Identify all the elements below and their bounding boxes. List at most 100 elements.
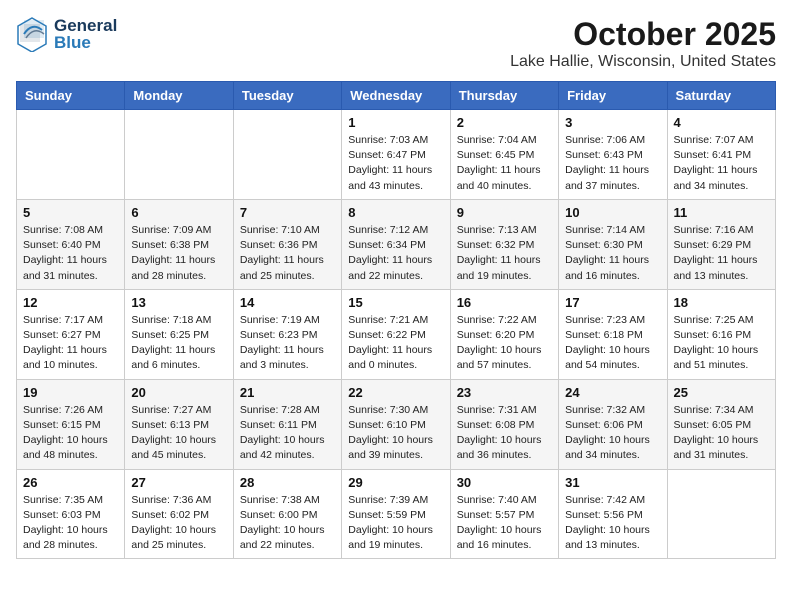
day-number: 20 [131, 385, 226, 400]
calendar-cell: 2 Sunrise: 7:04 AM Sunset: 6:45 PM Daylig… [450, 110, 558, 200]
calendar-cell: 22 Sunrise: 7:30 AM Sunset: 6:10 PM Dayli… [342, 379, 450, 469]
day-info: Sunrise: 7:08 AM Sunset: 6:40 PM Dayligh… [23, 223, 118, 284]
day-number: 25 [674, 385, 769, 400]
day-number: 12 [23, 295, 118, 310]
day-info: Sunrise: 7:22 AM Sunset: 6:20 PM Dayligh… [457, 313, 552, 374]
calendar-header-row: SundayMondayTuesdayWednesdayThursdayFrid… [17, 82, 776, 110]
calendar-cell: 26 Sunrise: 7:35 AM Sunset: 6:03 PM Dayli… [17, 469, 125, 559]
calendar-cell: 1Sunrise: 7:03 AM Sunset: 6:47 PM Daylig… [342, 110, 450, 200]
day-info: Sunrise: 7:23 AM Sunset: 6:18 PM Dayligh… [565, 313, 660, 374]
day-info: Sunrise: 7:04 AM Sunset: 6:45 PM Dayligh… [457, 133, 552, 194]
logo: General Blue [16, 16, 117, 52]
calendar-cell: 23 Sunrise: 7:31 AM Sunset: 6:08 PM Dayli… [450, 379, 558, 469]
day-number: 1 [348, 115, 443, 130]
month-title: October 2025 [510, 16, 776, 53]
calendar-cell: 16 Sunrise: 7:22 AM Sunset: 6:20 PM Dayli… [450, 289, 558, 379]
calendar-cell [233, 110, 341, 200]
calendar-cell: 6 Sunrise: 7:09 AM Sunset: 6:38 PM Daylig… [125, 199, 233, 289]
day-info: Sunrise: 7:14 AM Sunset: 6:30 PM Dayligh… [565, 223, 660, 284]
calendar-cell: 13 Sunrise: 7:18 AM Sunset: 6:25 PM Dayli… [125, 289, 233, 379]
day-info: Sunrise: 7:35 AM Sunset: 6:03 PM Dayligh… [23, 493, 118, 554]
day-info: Sunrise: 7:25 AM Sunset: 6:16 PM Dayligh… [674, 313, 769, 374]
logo-blue-text: Blue [54, 34, 117, 51]
calendar-cell: 21Sunrise: 7:28 AM Sunset: 6:11 PM Dayli… [233, 379, 341, 469]
calendar-cell: 27 Sunrise: 7:36 AM Sunset: 6:02 PM Dayli… [125, 469, 233, 559]
calendar-cell [17, 110, 125, 200]
calendar-weekday-monday: Monday [125, 82, 233, 110]
calendar-week-row: 5 Sunrise: 7:08 AM Sunset: 6:40 PM Daylig… [17, 199, 776, 289]
calendar-cell: 18 Sunrise: 7:25 AM Sunset: 6:16 PM Dayli… [667, 289, 775, 379]
day-number: 4 [674, 115, 769, 130]
day-number: 22 [348, 385, 443, 400]
title-block: October 2025 Lake Hallie, Wisconsin, Uni… [510, 16, 776, 71]
day-number: 23 [457, 385, 552, 400]
day-number: 16 [457, 295, 552, 310]
day-info: Sunrise: 7:06 AM Sunset: 6:43 PM Dayligh… [565, 133, 660, 194]
day-info: Sunrise: 7:26 AM Sunset: 6:15 PM Dayligh… [23, 403, 118, 464]
day-info: Sunrise: 7:17 AM Sunset: 6:27 PM Dayligh… [23, 313, 118, 374]
logo-text: General Blue [54, 17, 117, 51]
day-number: 3 [565, 115, 660, 130]
day-info: Sunrise: 7:19 AM Sunset: 6:23 PM Dayligh… [240, 313, 335, 374]
calendar-week-row: 1Sunrise: 7:03 AM Sunset: 6:47 PM Daylig… [17, 110, 776, 200]
calendar-weekday-saturday: Saturday [667, 82, 775, 110]
day-number: 31 [565, 475, 660, 490]
day-info: Sunrise: 7:10 AM Sunset: 6:36 PM Dayligh… [240, 223, 335, 284]
day-info: Sunrise: 7:12 AM Sunset: 6:34 PM Dayligh… [348, 223, 443, 284]
calendar-cell: 11Sunrise: 7:16 AM Sunset: 6:29 PM Dayli… [667, 199, 775, 289]
day-number: 5 [23, 205, 118, 220]
location-text: Lake Hallie, Wisconsin, United States [510, 53, 776, 71]
day-info: Sunrise: 7:09 AM Sunset: 6:38 PM Dayligh… [131, 223, 226, 284]
calendar-weekday-wednesday: Wednesday [342, 82, 450, 110]
calendar-cell: 7Sunrise: 7:10 AM Sunset: 6:36 PM Daylig… [233, 199, 341, 289]
day-number: 15 [348, 295, 443, 310]
calendar-cell: 10Sunrise: 7:14 AM Sunset: 6:30 PM Dayli… [559, 199, 667, 289]
day-number: 14 [240, 295, 335, 310]
calendar-cell: 25 Sunrise: 7:34 AM Sunset: 6:05 PM Dayli… [667, 379, 775, 469]
day-info: Sunrise: 7:21 AM Sunset: 6:22 PM Dayligh… [348, 313, 443, 374]
calendar-cell: 30 Sunrise: 7:40 AM Sunset: 5:57 PM Dayli… [450, 469, 558, 559]
calendar-cell: 9 Sunrise: 7:13 AM Sunset: 6:32 PM Daylig… [450, 199, 558, 289]
calendar-cell: 24Sunrise: 7:32 AM Sunset: 6:06 PM Dayli… [559, 379, 667, 469]
calendar-cell: 19Sunrise: 7:26 AM Sunset: 6:15 PM Dayli… [17, 379, 125, 469]
calendar-weekday-friday: Friday [559, 82, 667, 110]
day-number: 2 [457, 115, 552, 130]
day-info: Sunrise: 7:38 AM Sunset: 6:00 PM Dayligh… [240, 493, 335, 554]
day-number: 9 [457, 205, 552, 220]
day-info: Sunrise: 7:18 AM Sunset: 6:25 PM Dayligh… [131, 313, 226, 374]
calendar-cell: 28 Sunrise: 7:38 AM Sunset: 6:00 PM Dayli… [233, 469, 341, 559]
calendar-cell [667, 469, 775, 559]
day-number: 30 [457, 475, 552, 490]
day-number: 8 [348, 205, 443, 220]
day-number: 18 [674, 295, 769, 310]
day-info: Sunrise: 7:13 AM Sunset: 6:32 PM Dayligh… [457, 223, 552, 284]
calendar-week-row: 19Sunrise: 7:26 AM Sunset: 6:15 PM Dayli… [17, 379, 776, 469]
day-info: Sunrise: 7:07 AM Sunset: 6:41 PM Dayligh… [674, 133, 769, 194]
calendar-cell: 14 Sunrise: 7:19 AM Sunset: 6:23 PM Dayli… [233, 289, 341, 379]
calendar-cell: 29 Sunrise: 7:39 AM Sunset: 5:59 PM Dayli… [342, 469, 450, 559]
calendar-cell: 5 Sunrise: 7:08 AM Sunset: 6:40 PM Daylig… [17, 199, 125, 289]
day-info: Sunrise: 7:39 AM Sunset: 5:59 PM Dayligh… [348, 493, 443, 554]
day-info: Sunrise: 7:36 AM Sunset: 6:02 PM Dayligh… [131, 493, 226, 554]
calendar-cell: 12 Sunrise: 7:17 AM Sunset: 6:27 PM Dayli… [17, 289, 125, 379]
calendar-cell: 8 Sunrise: 7:12 AM Sunset: 6:34 PM Daylig… [342, 199, 450, 289]
calendar-cell: 31Sunrise: 7:42 AM Sunset: 5:56 PM Dayli… [559, 469, 667, 559]
day-number: 6 [131, 205, 226, 220]
calendar-weekday-thursday: Thursday [450, 82, 558, 110]
day-info: Sunrise: 7:31 AM Sunset: 6:08 PM Dayligh… [457, 403, 552, 464]
day-info: Sunrise: 7:30 AM Sunset: 6:10 PM Dayligh… [348, 403, 443, 464]
day-info: Sunrise: 7:34 AM Sunset: 6:05 PM Dayligh… [674, 403, 769, 464]
calendar-week-row: 26 Sunrise: 7:35 AM Sunset: 6:03 PM Dayli… [17, 469, 776, 559]
day-number: 27 [131, 475, 226, 490]
day-number: 28 [240, 475, 335, 490]
day-info: Sunrise: 7:40 AM Sunset: 5:57 PM Dayligh… [457, 493, 552, 554]
day-number: 26 [23, 475, 118, 490]
day-number: 21 [240, 385, 335, 400]
day-info: Sunrise: 7:27 AM Sunset: 6:13 PM Dayligh… [131, 403, 226, 464]
day-number: 13 [131, 295, 226, 310]
logo-icon [16, 16, 48, 52]
calendar-cell: 20 Sunrise: 7:27 AM Sunset: 6:13 PM Dayli… [125, 379, 233, 469]
calendar-cell: 4 Sunrise: 7:07 AM Sunset: 6:41 PM Daylig… [667, 110, 775, 200]
day-number: 29 [348, 475, 443, 490]
calendar-cell [125, 110, 233, 200]
